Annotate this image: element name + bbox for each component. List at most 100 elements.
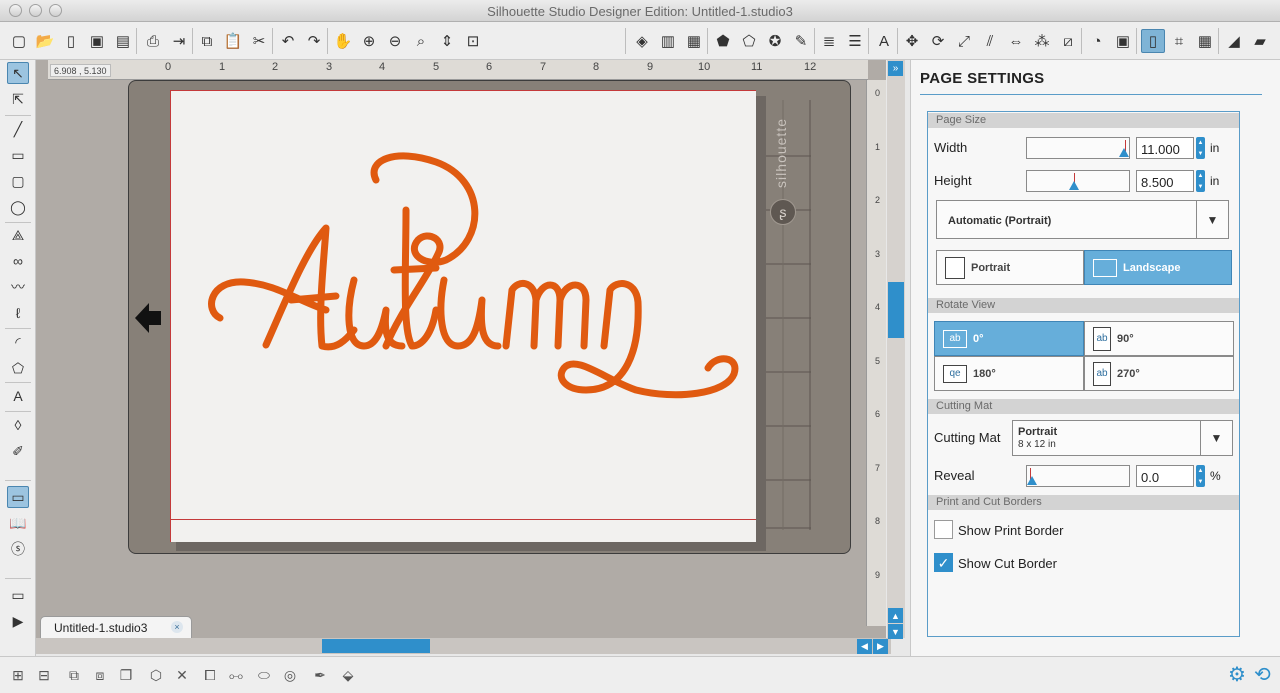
delete-icon[interactable]: ✕ [170, 663, 194, 687]
text-tool-icon[interactable]: A [7, 385, 29, 407]
send-to-back-icon[interactable]: ⧟ [224, 663, 248, 687]
sketch-icon[interactable]: ✎ [789, 29, 813, 53]
scroll-down-icon[interactable]: ▼ [888, 624, 903, 639]
previous-page-arrow-icon[interactable] [135, 303, 161, 333]
zoom-out-icon[interactable]: ⊖ [383, 29, 407, 53]
close-tab-icon[interactable]: × [171, 621, 183, 633]
new-document-icon[interactable]: ▢ [7, 29, 31, 53]
library-icon[interactable]: ▣ [1111, 29, 1135, 53]
bring-to-front-icon[interactable]: ⧠ [198, 663, 222, 687]
reveal-stepper[interactable]: ▲ ▼ [1196, 465, 1205, 487]
vertical-scroll-thumb[interactable] [888, 282, 904, 338]
vertical-scrollbar[interactable] [887, 60, 905, 638]
reveal-slider[interactable] [1026, 465, 1130, 487]
horizontal-scrollbar[interactable] [36, 638, 891, 654]
send-to-cutter-icon[interactable]: ⇥ [167, 29, 191, 53]
fill-pattern-icon[interactable]: ▦ [682, 29, 706, 53]
pan-hand-icon[interactable]: ✋ [331, 29, 355, 53]
rectangle-tool-icon[interactable]: ▭ [7, 144, 29, 166]
width-slider[interactable] [1026, 137, 1130, 159]
drag-zoom-icon[interactable]: ⇕ [435, 29, 459, 53]
line-style-icon[interactable]: ⬠ [737, 29, 761, 53]
offset-bottom-icon[interactable]: ◎ [278, 663, 302, 687]
window-toggle-icon[interactable]: ▭ [7, 584, 29, 606]
scroll-up-icon[interactable]: ▲ [888, 608, 903, 623]
settings-gear-icon[interactable]: ⚙ [1228, 662, 1246, 687]
replicate-icon[interactable]: ⁂ [1030, 29, 1054, 53]
sync-icon[interactable]: ⟲ [1254, 662, 1271, 687]
save-icon[interactable]: ▣ [85, 29, 109, 53]
offset-icon[interactable]: ⧄ [1056, 29, 1080, 53]
trace-icon[interactable]: ◔ [1085, 29, 1109, 53]
copy-icon[interactable]: ⧉ [195, 29, 219, 53]
weld-icon[interactable]: ⬭ [252, 663, 276, 687]
reveal-input[interactable]: 0.0 [1136, 465, 1194, 487]
cutting-mat-dropdown[interactable]: Portrait 8 x 12 in ▼ [1012, 420, 1233, 456]
align-icon[interactable]: ☰ [843, 29, 867, 53]
online-store-icon[interactable]: ◢ [1222, 29, 1246, 53]
document-tab[interactable]: Untitled-1.studio3 × [40, 616, 192, 638]
zoom-in-icon[interactable]: ⊕ [357, 29, 381, 53]
save-to-library-icon[interactable]: ▤ [111, 29, 135, 53]
rotate-0-button[interactable]: ab 0° [934, 321, 1084, 356]
fill-gradient-icon[interactable]: ▥ [656, 29, 680, 53]
online-store-view-icon[interactable]: ⓢ [7, 538, 29, 560]
move-icon[interactable]: ⇔ [1004, 29, 1028, 53]
scroll-right-icon[interactable]: ▶ [873, 639, 888, 654]
undo-icon[interactable]: ↶ [276, 29, 300, 53]
cut-scissors-icon[interactable]: ✂ [247, 29, 271, 53]
knife-tool-icon[interactable]: ✐ [7, 440, 29, 462]
arc-tool-icon[interactable]: ◜ [7, 331, 29, 353]
height-input[interactable]: 8.500 [1136, 170, 1194, 192]
edit-points-icon[interactable]: ⇱ [7, 88, 29, 110]
curve-tool-icon[interactable]: ∞ [7, 250, 29, 272]
smooth-freehand-tool-icon[interactable]: ℓ [7, 302, 29, 324]
page-settings-icon[interactable]: ▯ [1141, 29, 1165, 53]
open-folder-icon[interactable]: 📂 [33, 29, 57, 53]
library-view-icon[interactable]: 📖 [7, 512, 29, 534]
autumn-design[interactable] [196, 150, 756, 420]
rotate-270-button[interactable]: ab 270° [1084, 356, 1234, 391]
transform-icon[interactable]: ✥ [900, 29, 924, 53]
orientation-portrait-button[interactable]: Portrait [936, 250, 1084, 285]
make-compound-path-icon[interactable]: ⧉ [62, 663, 86, 687]
fill-color-icon[interactable]: ◈ [630, 29, 654, 53]
page-size-dropdown[interactable]: Automatic (Portrait) ▼ [936, 200, 1229, 239]
group-icon[interactable]: ⊞ [6, 663, 30, 687]
freehand-tool-icon[interactable]: 〰 [7, 276, 29, 298]
show-print-border-checkbox[interactable] [934, 520, 953, 539]
height-stepper[interactable]: ▲ ▼ [1196, 170, 1205, 192]
ellipse-tool-icon[interactable]: ◯ [7, 196, 29, 218]
registration-marks-icon[interactable]: ⌗ [1167, 29, 1191, 53]
send-to-silhouette-icon[interactable]: ▰ [1248, 29, 1272, 53]
redo-icon[interactable]: ↷ [302, 29, 326, 53]
scroll-left-icon[interactable]: ◀ [857, 639, 872, 654]
rotate-icon[interactable]: ⟳ [926, 29, 950, 53]
width-stepper[interactable]: ▲ ▼ [1196, 137, 1205, 159]
orientation-landscape-button[interactable]: Landscape [1084, 250, 1232, 285]
play-icon[interactable]: ▶ [7, 610, 29, 632]
regular-polygon-tool-icon[interactable]: ⬠ [7, 357, 29, 379]
height-slider[interactable] [1026, 170, 1130, 192]
design-view-icon[interactable]: ▭ [7, 486, 29, 508]
release-compound-path-icon[interactable]: ⧈ [88, 663, 112, 687]
horizontal-scroll-thumb[interactable] [322, 639, 430, 653]
grid-settings-icon[interactable]: ▦ [1193, 29, 1217, 53]
zoom-selection-icon[interactable]: ⌕ [409, 29, 433, 53]
line-tool-icon[interactable]: ╱ [7, 118, 29, 140]
fit-to-window-icon[interactable]: ⊡ [461, 29, 485, 53]
modify-icon[interactable]: ⬙ [336, 663, 360, 687]
print-icon[interactable]: ⎙ [141, 29, 165, 53]
shear-icon[interactable]: ⫽ [978, 29, 1002, 53]
select-all-icon[interactable]: ⬡ [144, 663, 168, 687]
show-cut-border-checkbox[interactable]: ✓ [934, 553, 953, 572]
open-library-icon[interactable]: ▯ [59, 29, 83, 53]
expand-panel-icon[interactable]: » [888, 61, 903, 76]
cut-settings-icon[interactable]: ≣ [817, 29, 841, 53]
text-style-icon[interactable]: A [872, 29, 896, 53]
select-pointer-icon[interactable]: ↖ [7, 62, 29, 84]
polygon-tool-icon[interactable]: ⟁ [7, 224, 29, 246]
ungroup-icon[interactable]: ⊟ [32, 663, 56, 687]
scale-icon[interactable]: ⤢ [952, 29, 976, 53]
width-input[interactable]: 11.000 [1136, 137, 1194, 159]
